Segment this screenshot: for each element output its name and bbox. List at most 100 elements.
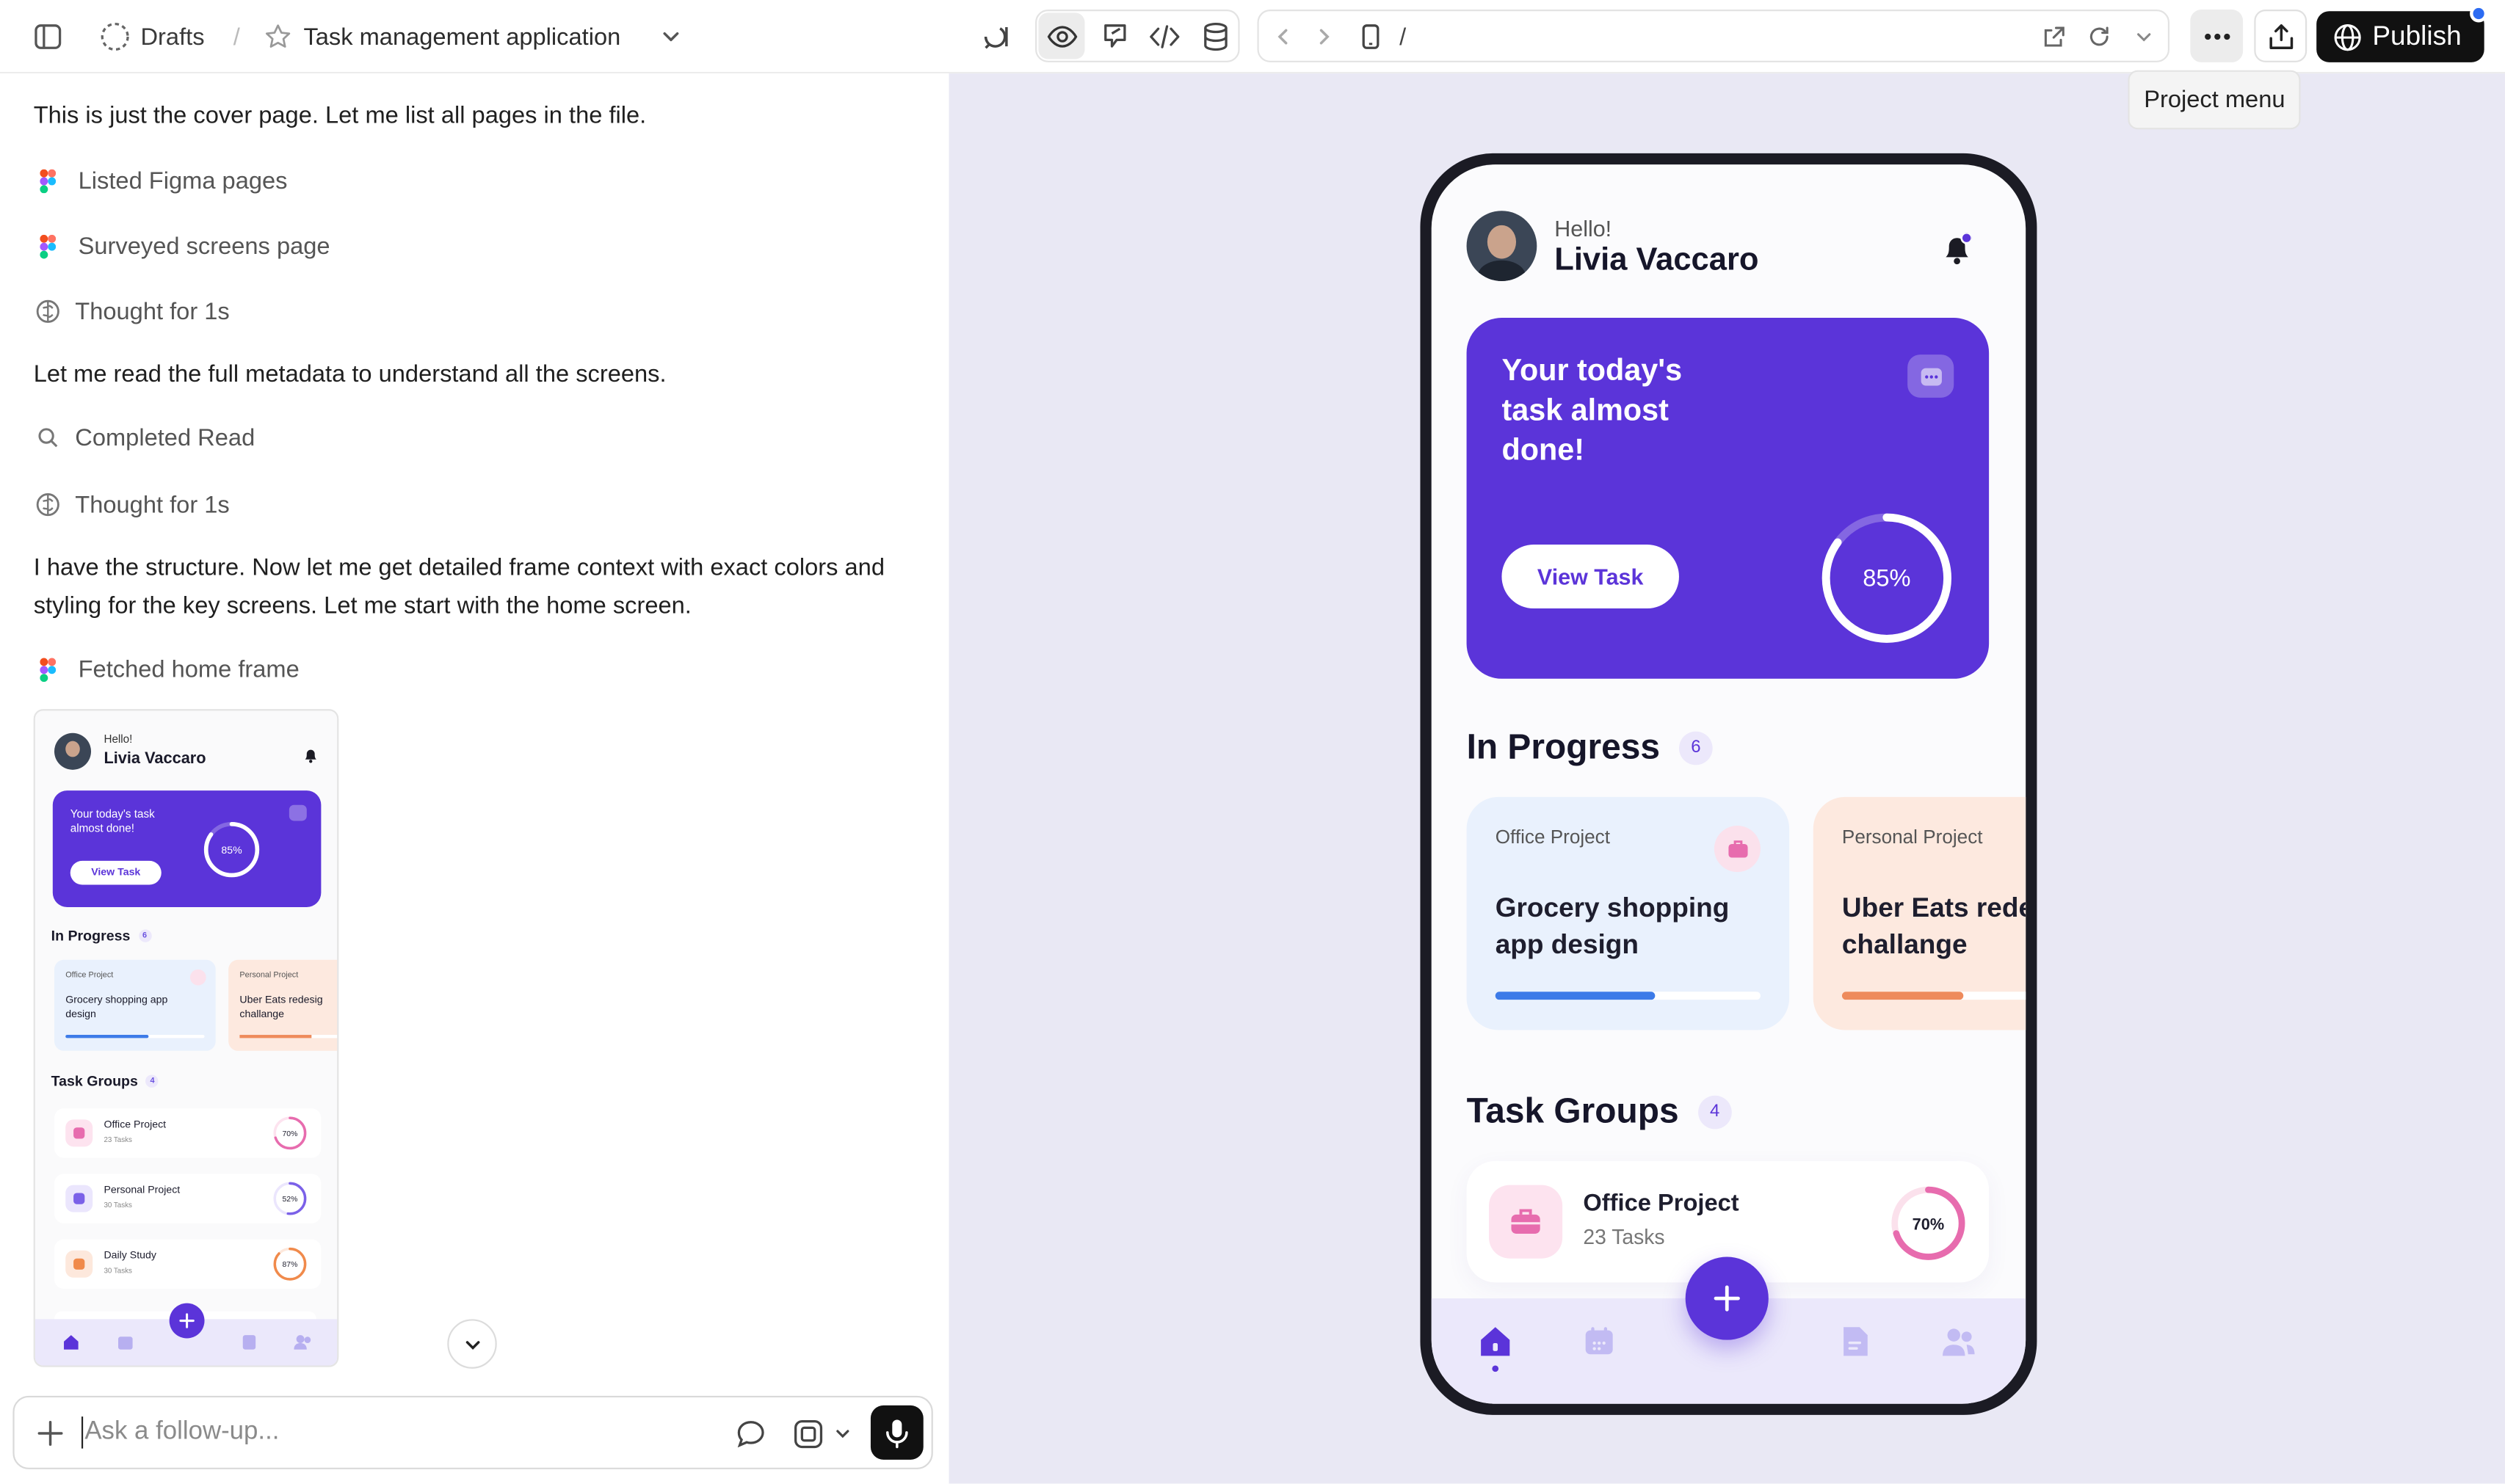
star-icon[interactable] [261,18,296,56]
group-percent: 70% [1913,1215,1945,1234]
globe-icon [2334,23,2361,51]
add-task-button[interactable] [1685,1256,1769,1340]
document-icon[interactable] [242,1334,258,1351]
hero-title: task almost [1501,394,1669,429]
group-name: Daily Study [104,1250,156,1262]
address-bar[interactable] [1257,10,2170,62]
avatar[interactable] [1466,211,1537,281]
back-arrow-icon[interactable] [1269,21,1297,53]
document-icon[interactable] [1841,1325,1869,1358]
sidebar-toggle-icon[interactable] [29,18,67,56]
task-groups-title: Task Groups [1466,1091,1679,1131]
reload-icon[interactable] [2085,21,2114,53]
drafts-icon [96,18,134,56]
database-icon[interactable] [1192,12,1238,59]
users-icon[interactable] [1941,1327,1976,1357]
follow-up-input[interactable]: Ask a follow-up... [81,1397,689,1468]
hero-progress-label: 85% [1863,564,1910,592]
step-label: Listed Figma pages [78,167,288,194]
frame-thumbnail[interactable]: Hello! Livia Vaccaro Your today's task a… [33,709,339,1367]
calendar-icon[interactable] [1583,1325,1615,1358]
briefcase-icon [1489,1185,1563,1259]
progress-card-uber[interactable]: Personal Project Uber Eats redesign chal… [1813,796,2026,1030]
figma-icon [34,232,62,261]
home-icon[interactable] [62,1334,80,1351]
svg-text:70%: 70% [282,1130,297,1138]
code-icon[interactable] [1141,12,1187,59]
toggle-chat-icon[interactable] [978,18,1016,56]
breadcrumb-separator: / [233,23,240,51]
add-attachment-icon[interactable] [37,1419,64,1447]
chat-bubble-icon[interactable] [735,1418,767,1450]
hero-title: almost done! [70,823,134,836]
add-task-button[interactable] [169,1303,205,1339]
top-bar: Drafts / Task management application / P… [0,0,2505,74]
chat-step[interactable]: Surveyed screens page [34,228,330,263]
calendar-icon[interactable] [117,1334,134,1351]
bell-icon [303,743,318,771]
share-upload-icon[interactable] [2254,10,2308,62]
chat-message: I have the structure. Now let me get det… [33,554,885,620]
task-group-row[interactable]: Personal Project 30 Tasks 52% [54,1174,322,1223]
chat-message: Let me read the full metadata to underst… [33,360,667,388]
open-external-icon[interactable] [2040,21,2069,53]
project-menu-tooltip: Project menu [2128,70,2302,130]
home-icon[interactable] [1478,1324,1513,1359]
greeting: Hello! [1554,215,1612,241]
publish-label: Publish [2372,21,2462,51]
group-progress-ring: 70% [273,1116,307,1150]
briefcase-icon [189,969,206,986]
progress-card[interactable]: Office Project Grocery shopping app desi… [54,959,216,1051]
card-title: challange [1841,929,1968,960]
scroll-down-button[interactable] [447,1319,497,1369]
hero-progress-ring: 85% [203,821,260,878]
plus-icon [179,1313,195,1328]
card-title: Uber Eats redesign [1841,892,2026,923]
chevron-down-icon[interactable] [655,21,687,53]
notification-bell-icon[interactable] [1943,231,1973,273]
chat-step[interactable]: Completed Read [34,420,255,455]
more-options-icon[interactable] [1907,354,1954,398]
card-progress-bar [1841,992,2026,1000]
model-select-icon[interactable] [792,1418,824,1450]
chat-step[interactable]: Thought for 1s [34,294,230,329]
preview-eye-icon[interactable] [1038,12,1085,59]
chevron-down-icon[interactable] [834,1425,852,1442]
users-icon[interactable] [294,1334,313,1351]
task-group-row[interactable]: Daily Study 30 Tasks 87% [54,1239,322,1290]
svg-text:87%: 87% [282,1261,297,1269]
group-name: Office Project [1583,1190,1739,1218]
address-chevron-down-icon[interactable] [2130,21,2158,53]
design-mode-icon[interactable] [1091,12,1137,59]
brain-icon [34,490,62,519]
address-path[interactable]: / [1399,0,1406,73]
view-task-button[interactable]: View Task [70,860,162,885]
workspace-link[interactable]: Drafts [140,0,204,73]
forward-arrow-icon[interactable] [1310,21,1338,53]
project-title[interactable]: Task management application [303,0,620,73]
card-title: design [65,1009,96,1021]
chat-step[interactable]: Fetched home frame [34,652,300,687]
more-options-icon[interactable] [2190,10,2244,62]
task-group-row[interactable]: Office Project 23 Tasks 70% [54,1108,322,1158]
step-label: Thought for 1s [75,491,230,519]
chevron-down-icon [465,1340,479,1349]
voice-input-button[interactable] [870,1405,924,1460]
plus-icon [1714,1285,1740,1312]
phone-frame: Hello! Livia Vaccaro Your today's task a… [1420,153,2037,1415]
device-phone-icon[interactable] [1356,19,1385,54]
card-title: app design [1495,929,1639,960]
task-groups-count: 4 [145,1074,159,1088]
in-progress-count: 6 [138,929,151,942]
group-task-count: 23 Tasks [104,1135,132,1144]
app-screen: Hello! Livia Vaccaro Your today's task a… [1431,164,2026,1404]
progress-card-grocery[interactable]: Office Project Grocery shopping app desi… [1466,796,1790,1030]
step-label: Completed Read [75,423,255,451]
brain-icon [34,297,62,326]
user-name: Livia Vaccaro [1554,242,1759,278]
chat-step[interactable]: Listed Figma pages [34,163,288,198]
view-task-button[interactable]: View Task [1501,545,1679,609]
progress-card[interactable]: Personal Project Uber Eats redesig chall… [228,959,338,1051]
publish-button[interactable]: Publish [2316,11,2484,62]
chat-step[interactable]: Thought for 1s [34,487,230,523]
